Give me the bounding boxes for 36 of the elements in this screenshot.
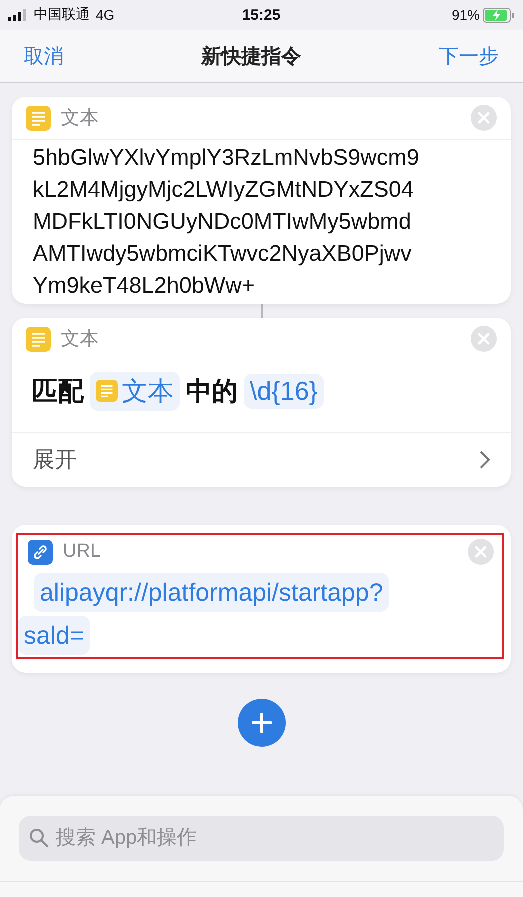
carrier-name: 中国联通 [34, 6, 90, 24]
expand-label: 展开 [33, 446, 77, 474]
text-line: kL2M4MjgyMjc2LWIyZGMtNDYxZS04 [33, 176, 415, 204]
link-icon [28, 540, 53, 564]
close-icon[interactable] [471, 326, 497, 352]
text-lines-icon [26, 326, 51, 352]
plus-icon [252, 713, 272, 733]
expand-row[interactable]: 展开 [12, 432, 511, 487]
next-button[interactable]: 下一步 [439, 42, 499, 70]
action-label: 匹配 [32, 374, 84, 408]
search-field[interactable]: 搜索 App和操作 [19, 816, 504, 861]
text-lines-icon [26, 106, 51, 130]
cancel-button[interactable]: 取消 [24, 42, 64, 70]
variable-token[interactable]: 文本 [90, 372, 180, 410]
text-lines-icon [96, 380, 118, 402]
clock-time: 15:25 [241, 6, 282, 24]
action-label: 中的 [186, 374, 238, 408]
battery-percent: 91% [452, 7, 480, 23]
text-line: MDFkLTI0NGUyNDc0MTIwMy5wbmd [33, 208, 412, 236]
text-line: 5hbGlwYXlvYmplY3RzLmNvbS9wcm9 [33, 144, 420, 172]
pattern-token[interactable]: \d{16} [244, 374, 324, 408]
text-line: AMTIwdy5wbmciKTwvc2NyaXB0Pjwv [33, 240, 413, 268]
add-button[interactable] [238, 699, 286, 747]
action-title: URL [63, 541, 102, 563]
url-token[interactable]: sald= [18, 616, 90, 655]
screen-title: 新快捷指令 [202, 44, 302, 70]
chevron-icon [479, 450, 491, 470]
close-icon[interactable] [471, 105, 497, 131]
action-title: 文本 [61, 328, 100, 352]
network-type: 4G [96, 7, 115, 23]
text-line: Ym9keT48L2h0bWw+ [33, 272, 256, 300]
close-icon[interactable] [468, 539, 494, 565]
action-title: 文本 [61, 107, 100, 131]
url-token[interactable]: alipayqr://platformapi/startapp? [34, 573, 390, 612]
signal-icon [8, 9, 28, 21]
search-icon [29, 828, 49, 848]
